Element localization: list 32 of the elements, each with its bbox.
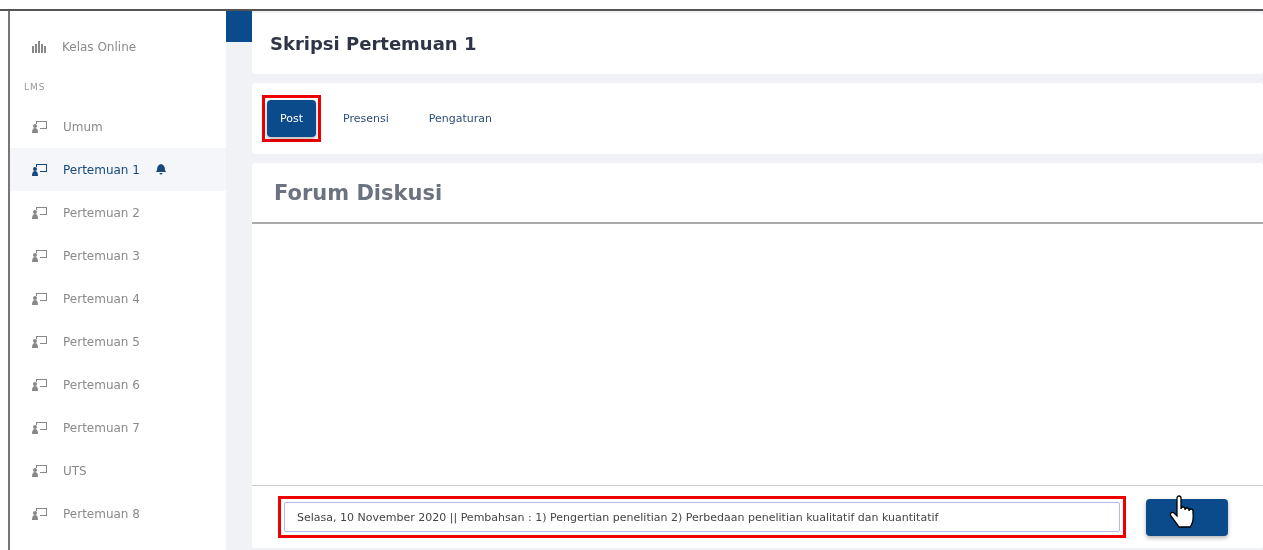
sidebar-item-label: Pertemuan 1 xyxy=(63,162,140,177)
presentation-icon xyxy=(32,120,47,133)
presentation-icon xyxy=(32,335,47,348)
header-bar xyxy=(226,11,252,42)
tab[interactable]: Post xyxy=(267,100,316,137)
presentation-icon xyxy=(32,163,47,176)
section-heading: LMS xyxy=(23,80,47,94)
sidebar-item-label: Pertemuan 4 xyxy=(63,291,140,306)
message-field[interactable]: Selasa, 10 November 2020 || Pembahsan : 1) Pengertian penelitian 2) Perbedaan penelitian kualitatif dan kuantitatif xyxy=(284,502,1120,532)
send-button[interactable] xyxy=(1146,498,1228,536)
sidebar-item-label: Pertemuan 3 xyxy=(63,248,140,263)
sidebar-item-label: Kelas Online xyxy=(62,39,137,54)
sidebar-item-label: Pertemuan 7 xyxy=(63,420,140,435)
presentation-icon xyxy=(32,507,47,520)
sidebar-item-label: Pertemuan 8 xyxy=(63,506,140,521)
sidebar-item-label: Umum xyxy=(63,119,103,134)
tab[interactable]: Pengaturan xyxy=(415,100,505,137)
presentation-icon xyxy=(32,421,47,434)
sidebar-item-label: Pertemuan 2 xyxy=(63,205,140,220)
presentation-icon xyxy=(32,464,47,477)
page-title: Skripsi Pertemuan 1 xyxy=(270,33,477,54)
sidebar-item-label: UTS xyxy=(63,463,87,478)
presentation-icon xyxy=(32,292,47,305)
presentation-icon xyxy=(32,378,47,391)
sidebar-item[interactable]: Pertemuan 1 xyxy=(10,148,226,191)
sidebar-item-label: Pertemuan 5 xyxy=(63,334,140,349)
building-icon xyxy=(32,40,46,53)
presentation-icon xyxy=(32,206,47,219)
presentation-icon xyxy=(32,249,47,262)
sidebar-item-label: Pertemuan 6 xyxy=(63,377,140,392)
forum-title: Forum Diskusi xyxy=(274,180,443,205)
tab[interactable]: Presensi xyxy=(330,100,402,137)
